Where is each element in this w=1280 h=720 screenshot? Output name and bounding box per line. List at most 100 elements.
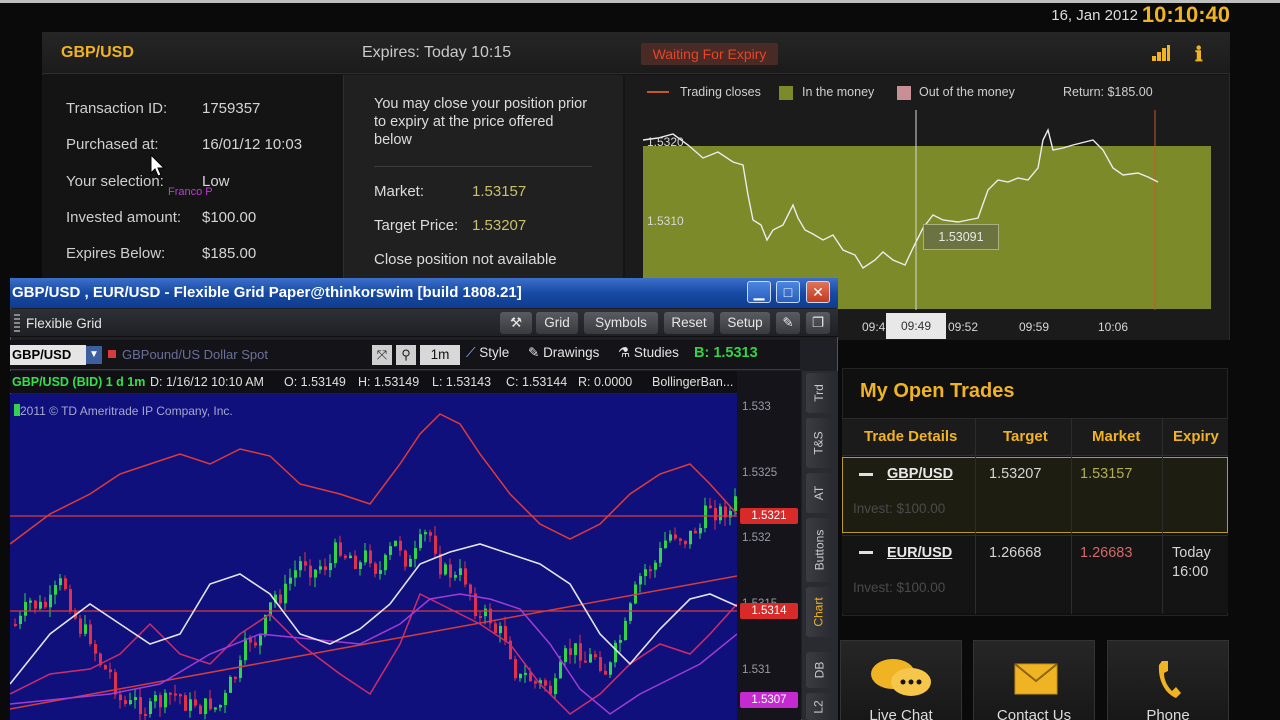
candle — [664, 540, 667, 548]
tab-db[interactable]: DB — [806, 652, 832, 688]
tab-l2[interactable]: L2 — [806, 693, 832, 720]
candle — [114, 672, 117, 695]
candle — [79, 618, 82, 634]
info-close: C: 1.53144 — [506, 375, 568, 389]
live-chat-button[interactable]: Live Chat — [840, 640, 962, 720]
col-divider — [1071, 418, 1072, 614]
candle — [399, 540, 402, 551]
symbols-button[interactable]: Symbols — [584, 312, 658, 334]
candle — [574, 643, 577, 656]
detach-icon[interactable]: ❐ — [806, 312, 830, 334]
candle — [684, 540, 687, 545]
candle — [464, 568, 467, 585]
candle — [659, 547, 662, 563]
maximize-button[interactable]: □ — [776, 281, 800, 303]
candle — [339, 542, 342, 556]
col-divider — [975, 418, 976, 614]
invested-value: $100.00 — [202, 209, 257, 226]
candle — [429, 532, 432, 536]
window-title: GBP/USD , EUR/USD - Flexible Grid Paper@… — [12, 284, 522, 301]
candle — [719, 506, 722, 521]
candle — [709, 505, 712, 508]
trade-pair-link[interactable]: EUR/USD — [887, 545, 952, 561]
symbol-input[interactable]: GBP/USD — [10, 345, 86, 365]
timeframe-selector[interactable]: 1m — [420, 345, 460, 365]
candle — [204, 698, 207, 714]
candle — [184, 695, 187, 711]
minimize-button[interactable]: ▁ — [747, 281, 771, 303]
candle — [449, 564, 452, 578]
info-study: BollingerBan... — [652, 375, 734, 389]
drawings-label: Drawings — [543, 345, 600, 360]
col-market: Market — [1092, 428, 1141, 445]
tab-label: T&S — [812, 431, 826, 455]
candle — [309, 565, 312, 578]
info-icon[interactable]: ℹ — [1195, 42, 1203, 67]
collapse-icon[interactable] — [859, 551, 873, 554]
candle — [649, 569, 652, 572]
candle — [149, 701, 152, 714]
tab-ts[interactable]: T&S — [806, 418, 832, 468]
crosshair-icon[interactable]: ⤧ — [372, 345, 392, 365]
tab-at[interactable]: AT — [806, 473, 832, 513]
grip-icon[interactable] — [14, 314, 20, 332]
in-money-swatch — [779, 86, 793, 100]
candle — [609, 662, 612, 675]
axis-tick: 1.531 — [742, 664, 771, 676]
candle — [704, 505, 707, 528]
phone-button[interactable]: Phone — [1107, 640, 1229, 720]
candle — [154, 695, 157, 702]
candle — [189, 699, 192, 711]
candle — [199, 705, 202, 714]
tab-trd[interactable]: Trd — [806, 373, 832, 413]
phone-icon — [1158, 661, 1181, 698]
setup-button[interactable]: Setup — [720, 312, 770, 334]
legend-out-of-the-money: Out of the money — [919, 85, 1015, 99]
studies-button[interactable]: ⚗ Studies — [618, 345, 679, 361]
tab-chart[interactable]: Chart — [806, 587, 832, 637]
symbol-dropdown-icon[interactable]: ▼ — [86, 346, 102, 364]
candle — [329, 563, 332, 571]
candle — [174, 693, 177, 696]
drawings-button[interactable]: ✎ Drawings — [528, 345, 599, 361]
trade-expiry-day: Today — [1172, 545, 1211, 561]
trade-expiry-time: 16:00 — [1172, 564, 1209, 580]
grid-button[interactable]: Grid — [536, 312, 578, 334]
candle — [559, 661, 562, 679]
transaction-id-value: 1759357 — [202, 100, 261, 117]
candle — [229, 676, 232, 693]
candle — [54, 585, 57, 595]
candle — [594, 654, 597, 658]
contact-us-button[interactable]: Contact Us — [973, 640, 1095, 720]
candle — [349, 555, 352, 559]
candle — [629, 603, 632, 621]
close-button[interactable]: ✕ — [806, 281, 830, 303]
link-icon[interactable]: ⚲ — [396, 345, 416, 365]
pin-icon[interactable]: ✎ — [776, 312, 800, 334]
trade-market: 1.53157 — [1080, 466, 1133, 482]
candle — [344, 555, 347, 559]
tab-label: Trd — [812, 384, 826, 402]
trade-pair-link[interactable]: GBP/USD — [887, 466, 953, 482]
style-button[interactable]: ⟋ Style — [466, 345, 509, 361]
reset-button[interactable]: Reset — [664, 312, 714, 334]
collapse-icon[interactable] — [859, 473, 873, 476]
purchased-at-label: Purchased at: — [66, 136, 159, 153]
status-badge: Waiting For Expiry — [641, 43, 778, 65]
invested-label: Invested amount: — [66, 209, 182, 226]
trade-target: 1.53207 — [989, 466, 1042, 482]
info-open: O: 1.53149 — [284, 375, 346, 389]
info-date: D: 1/16/12 10:10 AM — [150, 375, 264, 389]
candle — [49, 594, 52, 608]
info-high: H: 1.53149 — [358, 375, 420, 389]
live-chat-label: Live Chat — [869, 707, 933, 720]
candle — [554, 678, 557, 695]
tools-icon[interactable]: ⚒ — [500, 312, 532, 334]
candle — [604, 670, 607, 675]
candle — [639, 576, 642, 585]
tab-buttons[interactable]: Buttons — [806, 518, 832, 582]
trading-closes-swatch — [647, 91, 669, 93]
position-expires: Expires: Today 10:15 — [362, 44, 512, 61]
signal-icon[interactable] — [1152, 45, 1170, 61]
candle — [374, 563, 377, 574]
